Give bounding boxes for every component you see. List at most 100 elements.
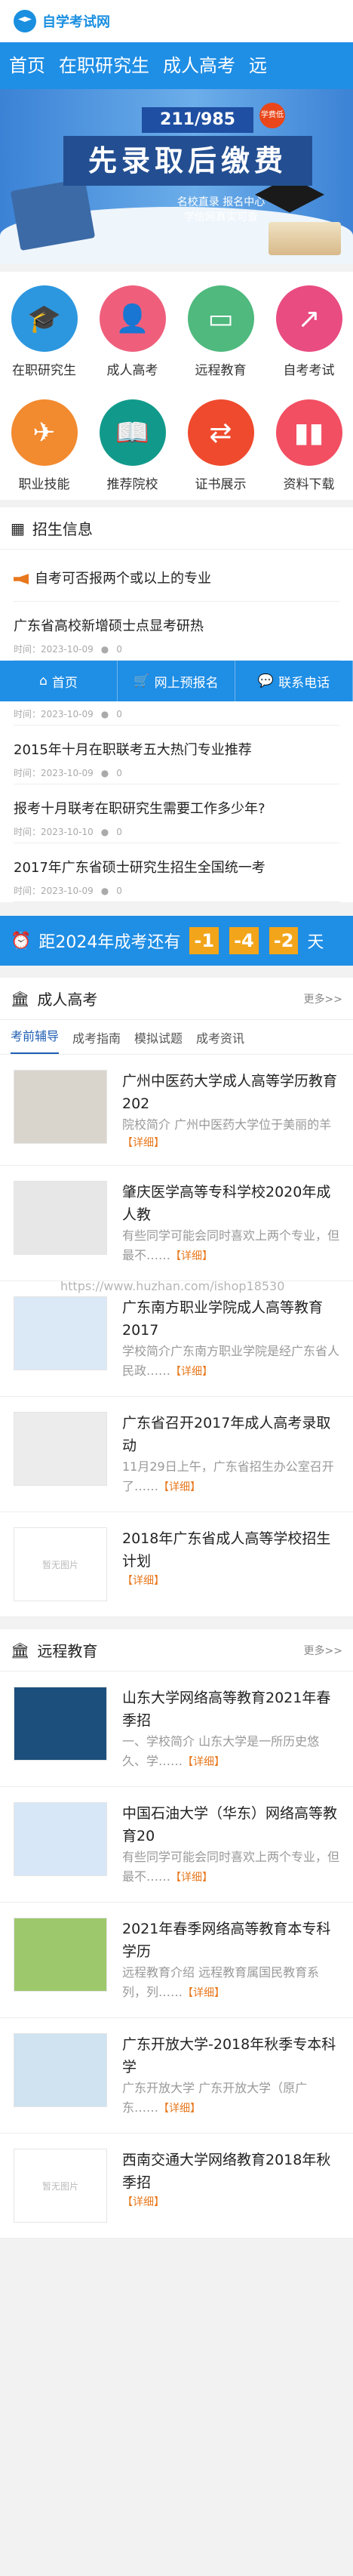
detail-link[interactable]: 【详细】 [122, 1575, 164, 1587]
chat-icon: 💬 [257, 673, 275, 689]
icon-grid: 🎓 在职研究生 👤 成人高考 ▭ 远程教育 ↗ 自考考试 ✈ 职业技能 📖 推荐院校 ⇄ 证书… [0, 272, 353, 500]
news-meta: 时间：2023-10-09 ● 0 [14, 766, 339, 779]
books-icon [269, 222, 341, 255]
article-desc: 有些同学可能会同时喜欢上两个专业，但最不…… [122, 1228, 340, 1262]
section-title-text: 远程教育 [37, 1642, 98, 1660]
tab-mock[interactable]: 模拟试题 [134, 1028, 183, 1046]
nav-item-remote[interactable]: 远 [249, 42, 267, 89]
article-title: 肇庆医学高等专科学校2020年成人教 [122, 1184, 331, 1223]
article-thumbnail [14, 1296, 107, 1370]
more-link[interactable]: 更多>> [304, 991, 342, 1006]
grid-item-remote[interactable]: ▭ 远程教育 [176, 285, 265, 386]
news-item[interactable]: 2017年广东省硕士研究生招生全国统一考时间：2023-10-09 ● 0 [14, 843, 339, 902]
news-count: 0 [116, 643, 122, 655]
detail-link[interactable]: 【详细】 [158, 2103, 201, 2115]
detail-link[interactable]: 【详细】 [122, 1137, 164, 1149]
grid-item-postgraduate[interactable]: 🎓 在职研究生 [0, 285, 88, 386]
adult-exam-section: 🏛 成人高考 更多>> 考前辅导 成考指南 模拟试题 成考资讯 广州中医药大学成人… [0, 978, 353, 1617]
countdown-digit: -1 [189, 927, 219, 954]
hero-banner[interactable]: 211/985 学费低 先录取后缴费 名校直录 报名中心 学信网真实可查 [0, 89, 353, 264]
recruit-section: ▦ 招生信息 自考可否报两个或以上的专业 广东省高校新增硕士点显考研热 时间：202… [0, 507, 353, 902]
detail-link[interactable]: 【详细】 [183, 1987, 225, 1999]
image-placeholder-icon: 暂无图片 [14, 2149, 107, 2223]
bottom-phone-button[interactable]: 💬 联系电话 [235, 661, 353, 701]
news-title: 报考十月联考在职研究生需要工作多少年? [14, 801, 266, 817]
article-title: 2021年春季网络高等教育本专科学历 [122, 1921, 331, 1960]
bottom-signup-button[interactable]: 🛒 网上预报名 [118, 661, 235, 701]
article-title: 广东开放大学-2018年秋季专本科学 [122, 2036, 336, 2075]
countdown-unit: 天 [307, 933, 324, 952]
news-meta: 时间：2023-10-09 ● 0 [14, 642, 339, 655]
article-thumbnail [14, 2033, 107, 2107]
article-item[interactable]: 暂无图片 西南交通大学网络教育2018年秋季招 【详细】 [0, 2134, 353, 2239]
article-desc: 院校简介 广州中医药大学位于美丽的羊 [122, 1117, 332, 1132]
article-desc: 11月29日上午，广东省招生办公室召开了…… [122, 1459, 334, 1493]
article-item[interactable]: 山东大学网络高等教育2021年春季招 一、学校简介 山东大学是一所历史悠久、学……… [0, 1672, 353, 1787]
grid-item-schools[interactable]: 📖 推荐院校 [88, 399, 176, 500]
news-item[interactable]: 广东省高校新增硕士点显考研热 时间：2023-10-09 ● 0 [14, 602, 339, 661]
detail-link[interactable]: 【详细】 [158, 1481, 201, 1493]
nav-item-postgraduate[interactable]: 在职研究生 [59, 42, 149, 89]
article-item[interactable]: 肇庆医学高等专科学校2020年成人教有些同学可能会同时喜欢上两个专业，但最不……… [0, 1166, 353, 1281]
tab-guide[interactable]: 成考指南 [72, 1028, 121, 1046]
trend-up-icon: ↗ [275, 285, 342, 352]
grid-label: 职业技能 [18, 477, 70, 492]
detail-link[interactable]: 【详细】 [170, 1366, 213, 1378]
grid-item-downloads[interactable]: ▮▮ 资料下载 [265, 399, 353, 500]
views-icon: ● [100, 826, 109, 837]
news-item[interactable]: 报考十月联考在职研究生需要工作多少年? 时间：2023-10-10 ● 0 [14, 784, 339, 843]
detail-link[interactable]: 【详细】 [170, 1872, 213, 1884]
site-title: 自学考试网 [42, 14, 110, 30]
news-item-featured[interactable]: 自考可否报两个或以上的专业 [14, 550, 339, 602]
banner-title: 先录取后缴费 [63, 136, 312, 186]
site-logo[interactable]: 自学考试网 [14, 10, 110, 32]
detail-link[interactable]: 【详细】 [170, 1250, 213, 1262]
grid-item-vocational[interactable]: ✈ 职业技能 [0, 399, 88, 500]
article-thumbnail [14, 1181, 107, 1255]
article-item[interactable]: 广东南方职业学院成人高等教育2017 学校简介广东南方职业学院是经广东省人民政……… [0, 1281, 353, 1397]
watermark-text: https://www.huzhan.com/ishop18530 [60, 1279, 285, 1293]
cart-icon: 🛒 [134, 673, 150, 689]
article-item[interactable]: 暂无图片 2018年广东省成人高等学校招生计划 【详细】 [0, 1512, 353, 1617]
bank-icon: 🏛 [11, 989, 30, 1008]
news-item[interactable]: 2015年十月在职联考五大热门专业推荐时间：2023-10-09 ● 0 [14, 726, 339, 784]
tab-news[interactable]: 成考资讯 [196, 1028, 244, 1046]
bank-icon: 🏛 [11, 1641, 30, 1659]
graduation-cap-icon: 🎓 [11, 285, 78, 352]
banner-sub-line: 学信网真实可查 [184, 211, 258, 223]
section-header: 🏛 远程教育 更多>> [0, 1629, 353, 1672]
news-title: 2015年十月在职联考五大热门专业推荐 [14, 742, 252, 758]
grid-label: 成人高考 [106, 363, 158, 378]
news-meta: 时间：2023-10-09 ● 0 [14, 884, 339, 897]
bottom-label: 网上预报名 [154, 675, 219, 691]
article-title: 广东南方职业学院成人高等教育2017 [122, 1299, 324, 1339]
remote-education-section: 🏛 远程教育 更多>> 山东大学网络高等教育2021年春季招 一、学校简介 山东大学… [0, 1629, 353, 2239]
paper-plane-icon: ✈ [11, 399, 78, 466]
grid-item-adult-exam[interactable]: 👤 成人高考 [88, 285, 176, 386]
article-item[interactable]: 广东省召开2017年成人高考录取动 11月29日上午，广东省招生办公室召开了……【… [0, 1397, 353, 1512]
countdown-digit: -2 [269, 927, 299, 954]
news-item[interactable]: 时间：2023-10-09 ● 0 [14, 707, 339, 726]
banner-subtitle: 名校直录 报名中心 学信网真实可查 [149, 195, 293, 225]
bottom-label: 联系电话 [278, 675, 330, 691]
article-item[interactable]: 2021年春季网络高等教育本专科学历 远程教育介绍 远程教育属国民教育系列，列……… [0, 1903, 353, 2018]
news-time: 时间：2023-10-09 [14, 644, 94, 655]
detail-link[interactable]: 【详细】 [122, 2196, 164, 2208]
news-title: 2017年广东省硕士研究生招生全国统一考 [14, 860, 266, 876]
nav-item-adult-exam[interactable]: 成人高考 [163, 42, 235, 89]
top-nav: 首页 在职研究生 成人高考 远 [0, 42, 353, 89]
article-item[interactable]: 广东开放大学-2018年秋季专本科学广东开放大学 广东开放大学（原广东……【详细… [0, 2018, 353, 2134]
article-item[interactable]: 广州中医药大学成人高等学历教育202 院校简介 广州中医药大学位于美丽的羊【详细】 [0, 1055, 353, 1166]
grid-item-certificates[interactable]: ⇄ 证书展示 [176, 399, 265, 500]
article-item[interactable]: 中国石油大学（华东）网络高等教育20 有些同学可能会同时喜欢上两个专业，但最不……… [0, 1787, 353, 1903]
news-meta: 时间：2023-10-10 ● 0 [14, 825, 339, 838]
detail-link[interactable]: 【详细】 [183, 1756, 225, 1768]
tab-prep[interactable]: 考前辅导 [11, 1021, 60, 1054]
article-desc: 广东开放大学 广东开放大学（原广东…… [122, 2081, 308, 2115]
nav-item-home[interactable]: 首页 [9, 42, 45, 89]
article-desc: 有些同学可能会同时喜欢上两个专业，但最不…… [122, 1850, 340, 1884]
more-link[interactable]: 更多>> [304, 1643, 342, 1658]
bottom-home-button[interactable]: ⌂ 首页 [0, 661, 118, 701]
grid-item-self-exam[interactable]: ↗ 自考考试 [265, 285, 353, 386]
news-time: 时间：2023-10-09 [14, 768, 94, 778]
